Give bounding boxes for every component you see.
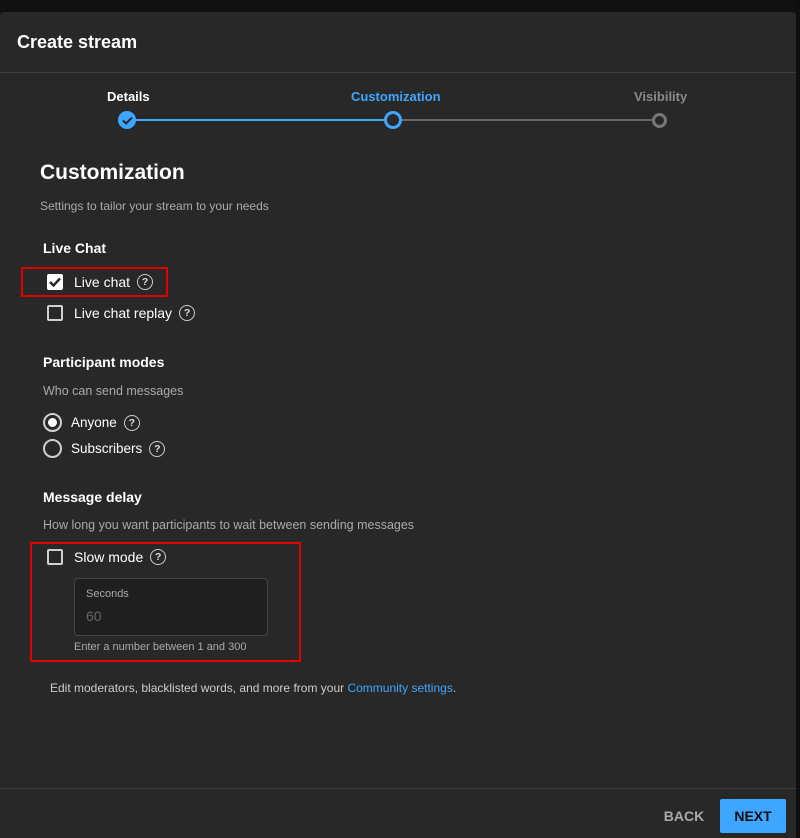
section-title: Customization [40,161,185,184]
slow-mode-checkbox[interactable] [47,549,63,565]
window-right-edge [796,0,800,838]
step-details-node[interactable] [118,111,136,129]
step-visibility-node[interactable] [652,113,667,128]
live-chat-heading: Live Chat [43,240,107,256]
participant-modes-subtitle: Who can send messages [43,384,184,398]
subscribers-option[interactable]: Subscribers ? [43,439,166,458]
help-circle-icon[interactable]: ? [123,414,140,431]
message-delay-subtitle: How long you want participants to wait b… [43,518,415,532]
dialog-footer: BACK NEXT [0,788,796,838]
step-customization-label[interactable]: Customization [351,89,441,104]
anyone-radio[interactable] [43,413,62,432]
seconds-input-hint: Enter a number between 1 and 300 [74,641,247,653]
community-settings-link[interactable]: Community settings [347,681,452,695]
stepper-progress-remaining [393,119,660,121]
checkmark-icon [49,277,61,287]
footnote-text: Edit moderators, blacklisted words, and … [50,681,348,695]
subscribers-label: Subscribers [71,441,143,456]
message-delay-heading: Message delay [43,489,142,505]
live-chat-option[interactable]: Live chat ? [47,274,154,290]
live-chat-checkbox[interactable] [47,274,63,290]
help-circle-icon[interactable]: ? [150,549,167,565]
live-chat-replay-label: Live chat replay [74,305,173,321]
dialog-header: Create stream [0,12,796,73]
community-settings-note: Edit moderators, blacklisted words, and … [50,681,456,695]
footnote-end: . [452,681,457,695]
help-circle-icon[interactable]: ? [179,305,196,321]
slow-mode-label: Slow mode [74,549,144,565]
window-top-strip [0,0,800,12]
stepper-progress-completed [127,119,393,121]
step-customization-node[interactable] [384,111,402,129]
radio-selected-dot [48,418,57,427]
step-details-label[interactable]: Details [107,89,150,104]
live-chat-label: Live chat [74,274,131,290]
live-chat-replay-option[interactable]: Live chat replay ? [47,305,196,321]
dialog-title: Create stream [17,32,138,52]
back-button[interactable]: BACK [657,803,711,829]
anyone-option[interactable]: Anyone ? [43,413,140,432]
anyone-label: Anyone [71,415,117,430]
next-button[interactable]: NEXT [720,799,786,833]
seconds-input-label: Seconds [86,588,129,600]
checkmark-icon [121,116,133,125]
slow-mode-option[interactable]: Slow mode ? [47,549,167,565]
create-stream-dialog: Create stream Details Customization Visi… [0,12,796,838]
participant-modes-heading: Participant modes [43,354,165,370]
help-circle-icon[interactable]: ? [149,440,166,457]
subscribers-radio[interactable] [43,439,62,458]
seconds-input-placeholder: 60 [86,608,102,624]
live-chat-replay-checkbox[interactable] [47,305,63,321]
help-circle-icon[interactable]: ? [137,274,154,290]
seconds-input[interactable]: Seconds 60 [74,578,268,636]
section-subtitle: Settings to tailor your stream to your n… [40,199,269,213]
step-visibility-label[interactable]: Visibility [634,89,687,104]
